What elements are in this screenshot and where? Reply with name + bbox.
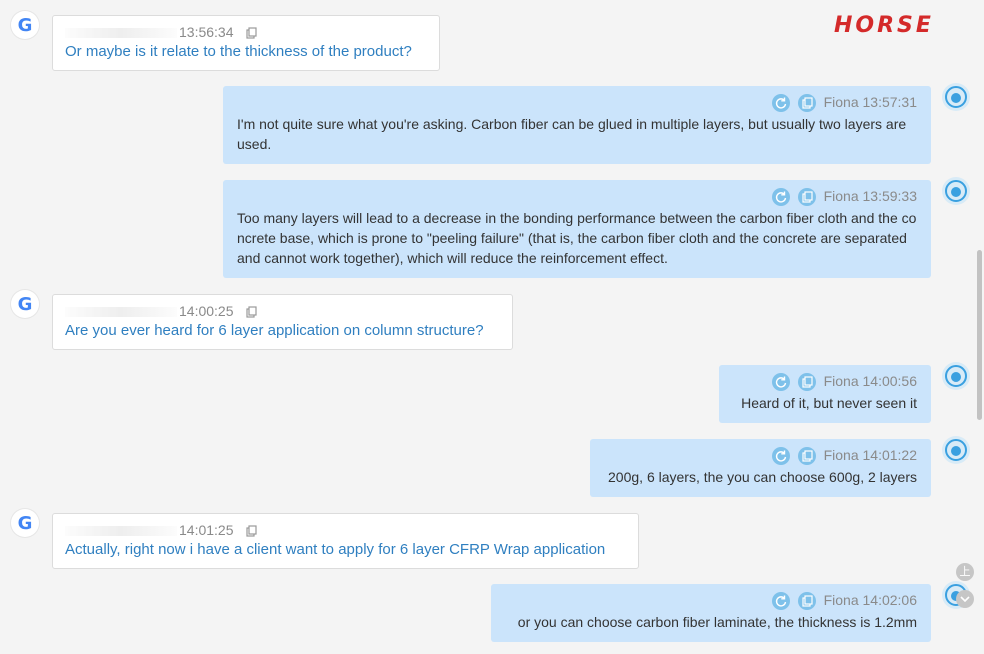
google-avatar-icon: G <box>11 509 39 537</box>
message-meta: 14:01:25 <box>65 520 260 540</box>
copy-icon[interactable] <box>797 447 816 466</box>
copy-icon[interactable] <box>242 522 260 540</box>
refresh-icon[interactable] <box>771 447 790 466</box>
message-text: Actually, right now i have a client want… <box>65 541 606 558</box>
copy-icon[interactable] <box>242 303 260 321</box>
message-meta: Fiona 14:02:06 <box>771 590 918 611</box>
outgoing-message: Fiona 13:59:33 Too many layers will lead… <box>223 180 931 278</box>
agent-avatar-icon <box>942 177 970 205</box>
message-text: Heard of it, but never seen it <box>741 395 917 411</box>
horse-logo: HORSE <box>834 13 934 38</box>
message-meta: Fiona 14:00:56 <box>771 371 918 392</box>
message-time: 14:00:56 <box>862 373 918 389</box>
message-text: I'm not quite sure what you're asking. C… <box>237 116 907 152</box>
message-time: 13:57:31 <box>862 94 918 110</box>
agent-avatar-icon <box>942 83 970 111</box>
message-meta: Fiona 13:57:31 <box>771 92 918 113</box>
message-time: 14:00:25 <box>179 303 234 319</box>
message-time: 13:59:33 <box>862 188 918 204</box>
message-time: 14:01:25 <box>179 522 234 538</box>
message-meta: Fiona 13:59:33 <box>771 186 918 207</box>
agent-avatar-icon <box>942 362 970 390</box>
message-text: or you can choose carbon fiber laminate,… <box>517 614 917 630</box>
message-meta: Fiona 14:01:22 <box>771 445 918 466</box>
incoming-message: 14:00:25 Are you ever heard for 6 layer … <box>52 294 513 350</box>
copy-icon[interactable] <box>242 24 260 42</box>
message-time: 13:56:34 <box>179 24 234 40</box>
copy-icon[interactable] <box>797 373 816 392</box>
message-meta: 13:56:34 <box>65 22 260 42</box>
google-avatar-icon: G <box>11 290 39 318</box>
outgoing-message: Fiona 14:02:06 or you can choose carbon … <box>491 584 931 642</box>
message-time: 14:01:22 <box>862 447 918 463</box>
message-meta: 14:00:25 <box>65 301 260 321</box>
copy-icon[interactable] <box>797 188 816 207</box>
message-text: Or maybe is it relate to the thickness o… <box>65 43 412 60</box>
message-time: 14:02:06 <box>862 592 918 608</box>
chevron-down-icon <box>960 596 970 603</box>
copy-icon[interactable] <box>797 592 816 611</box>
scroll-bottom-button[interactable] <box>956 590 974 608</box>
scroll-top-button[interactable]: 上 <box>956 563 974 581</box>
incoming-message: 14:01:25 Actually, right now i have a cl… <box>52 513 639 569</box>
refresh-icon[interactable] <box>771 373 790 392</box>
agent-avatar-icon <box>942 436 970 464</box>
message-text: 200g, 6 layers, the you can choose 600g,… <box>608 469 917 485</box>
sender-name: Fiona <box>823 592 859 608</box>
copy-icon[interactable] <box>797 94 816 113</box>
svg-text:G: G <box>18 513 33 534</box>
redacted-sender-name <box>65 28 177 39</box>
outgoing-message: Fiona 13:57:31 I'm not quite sure what y… <box>223 86 931 164</box>
redacted-sender-name <box>65 307 177 318</box>
refresh-icon[interactable] <box>771 188 790 207</box>
message-text: Are you ever heard for 6 layer applicati… <box>65 322 484 339</box>
redacted-sender-name <box>65 526 177 537</box>
sender-name: Fiona <box>823 373 859 389</box>
refresh-icon[interactable] <box>771 592 790 611</box>
svg-text:G: G <box>18 294 33 315</box>
incoming-message: 13:56:34 Or maybe is it relate to the th… <box>52 15 440 71</box>
sender-name: Fiona <box>823 94 859 110</box>
chat-scrollbar[interactable] <box>977 250 982 420</box>
svg-text:G: G <box>18 15 33 36</box>
message-text: Too many layers will lead to a decrease … <box>237 210 917 266</box>
outgoing-message: Fiona 14:01:22 200g, 6 layers, the you c… <box>590 439 931 497</box>
google-avatar-icon: G <box>11 11 39 39</box>
refresh-icon[interactable] <box>771 94 790 113</box>
sender-name: Fiona <box>823 447 859 463</box>
outgoing-message: Fiona 14:00:56 Heard of it, but never se… <box>719 365 931 423</box>
sender-name: Fiona <box>823 188 859 204</box>
